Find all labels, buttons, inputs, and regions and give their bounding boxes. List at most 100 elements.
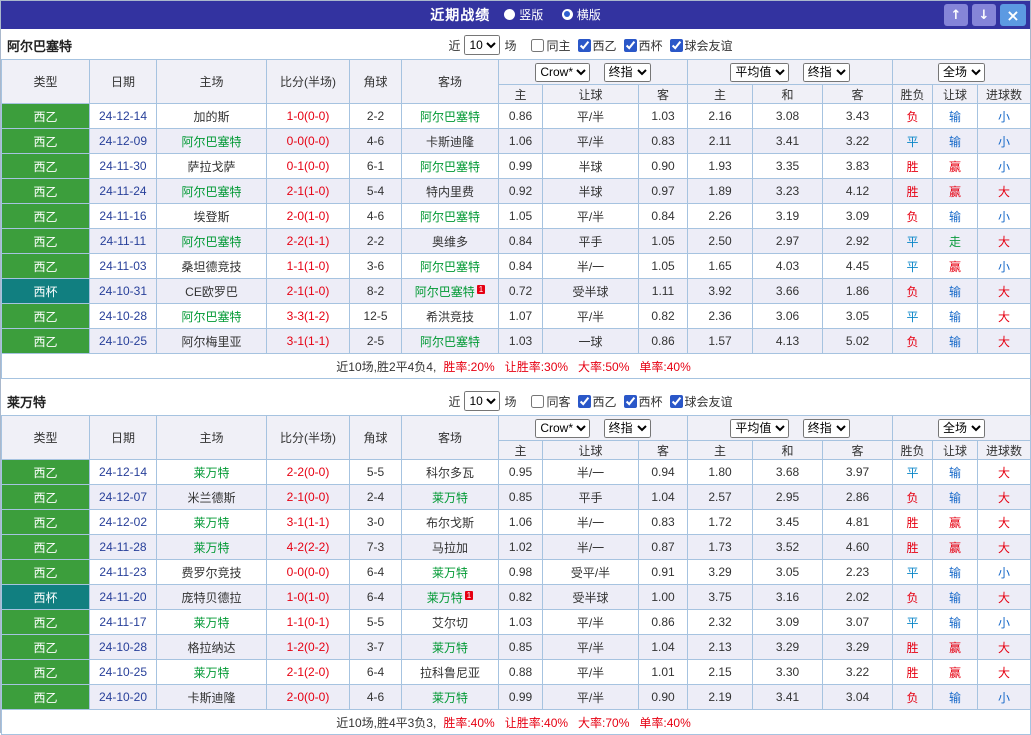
radio-horizontal-layout[interactable]: 横版 bbox=[561, 6, 601, 23]
match-count-select[interactable]: 10 bbox=[464, 391, 501, 411]
filter-checkbox[interactable]: 球会友谊 bbox=[663, 37, 733, 54]
away-odds-cell: 1.04 bbox=[637, 484, 689, 510]
avg-away-cell: 3.97 bbox=[822, 459, 894, 485]
home-odds-cell: 0.92 bbox=[498, 178, 543, 204]
filter-checkbox[interactable]: 西乙 bbox=[571, 37, 617, 54]
average-select[interactable]: 平均值 bbox=[730, 418, 790, 438]
handicap-cell: 平/半 bbox=[542, 609, 639, 635]
home-odds-cell: 1.07 bbox=[498, 303, 543, 329]
summary-prefix: 近10场,胜2平4负4, bbox=[336, 359, 437, 374]
checkbox-input[interactable] bbox=[531, 394, 545, 408]
date-cell: 24-10-25 bbox=[89, 659, 157, 685]
home-team-cell: 萨拉戈萨 bbox=[156, 153, 267, 179]
handicap-cell: 平手 bbox=[542, 484, 639, 510]
league-filter-checks: 同主 西乙 西杯 球会友谊 bbox=[524, 37, 733, 54]
score-cell: 2-0(0-0) bbox=[266, 684, 350, 710]
move-down-button[interactable]: ↓ bbox=[972, 4, 996, 26]
team-name-text: 卡斯迪隆 bbox=[187, 690, 236, 705]
close-button[interactable]: × bbox=[1000, 4, 1026, 26]
move-up-button[interactable]: ↑ bbox=[944, 4, 968, 26]
checkbox-input[interactable] bbox=[531, 38, 545, 52]
filter-checkbox[interactable]: 西杯 bbox=[617, 393, 663, 410]
handicap-cell: 半/一 bbox=[542, 534, 639, 560]
topbar-center: 近期战绩 竖版 横版 bbox=[1, 5, 1030, 25]
bookmaker-select[interactable]: Crow* bbox=[535, 62, 591, 82]
table-footer: 近10场,胜4平3负3, 胜率:40% 让胜率:40% 大率:70% 单率:40% bbox=[0, 709, 1031, 735]
match-count-select[interactable]: 10 bbox=[464, 35, 501, 55]
corners-cell: 4-6 bbox=[349, 203, 402, 229]
league-cell: 西杯 bbox=[1, 278, 90, 304]
sub-home-odds: 主 bbox=[498, 440, 543, 460]
corners-cell: 7-3 bbox=[349, 534, 402, 560]
handicap-cell: 平/半 bbox=[542, 659, 639, 685]
odds-stage-select[interactable]: 终指 bbox=[603, 62, 651, 82]
team-name-text: 加的斯 bbox=[193, 109, 230, 124]
team-name-text: 奥维多 bbox=[431, 234, 468, 249]
filter-checkbox[interactable]: 西杯 bbox=[617, 37, 663, 54]
score-cell: 3-3(1-2) bbox=[266, 303, 350, 329]
match-row: 西乙 24-12-07 米兰德斯 2-1(0-0) 2-4 莱万特 0.85 平手 1.04 2.… bbox=[1, 484, 1031, 510]
team-name-text: 莱万特 bbox=[193, 465, 230, 480]
avg-draw-cell: 4.03 bbox=[752, 253, 824, 279]
team-name-text: 萨拉戈萨 bbox=[187, 159, 236, 174]
date-cell: 24-10-20 bbox=[89, 684, 157, 710]
away-odds-cell: 1.04 bbox=[637, 634, 689, 660]
avg-away-cell: 2.92 bbox=[822, 228, 894, 254]
handicap-cell: 半球 bbox=[542, 178, 639, 204]
handicap-cell: 半/一 bbox=[542, 509, 639, 535]
header-row-selects: 类型 日期 主场 比分(半场) 角球 客场 Crow* 终指 平均值 终指 全场 bbox=[1, 59, 1031, 104]
checkbox-input[interactable] bbox=[669, 38, 683, 52]
avg-away-cell: 3.04 bbox=[822, 684, 894, 710]
fulltime-select[interactable]: 全场 bbox=[938, 62, 986, 82]
winloss-result-cell: 平 bbox=[892, 559, 934, 585]
corners-cell: 6-1 bbox=[349, 153, 402, 179]
team-name-text: 阿尔巴塞特 bbox=[419, 109, 480, 124]
handicap-cell: 平手 bbox=[542, 228, 639, 254]
checkbox-input[interactable] bbox=[623, 38, 637, 52]
league-cell: 西乙 bbox=[1, 303, 90, 329]
checkbox-input[interactable] bbox=[577, 38, 591, 52]
radio-vertical-layout[interactable]: 竖版 bbox=[504, 6, 543, 23]
col-type: 类型 bbox=[1, 59, 90, 104]
date-cell: 24-10-28 bbox=[89, 634, 157, 660]
odds-stage-select[interactable]: 终指 bbox=[603, 418, 651, 438]
winloss-result-cell: 平 bbox=[892, 228, 934, 254]
fulltime-select[interactable]: 全场 bbox=[938, 418, 986, 438]
avg-stage-select[interactable]: 终指 bbox=[802, 62, 850, 82]
checkbox-label: 同主 bbox=[546, 38, 571, 53]
avg-away-cell: 2.02 bbox=[822, 584, 894, 610]
team-sections: 阿尔巴塞特 近 10 场 同主 西乙 西杯 球会友谊 类型 日期 主场 比分(半… bbox=[0, 31, 1031, 735]
average-select[interactable]: 平均值 bbox=[730, 62, 790, 82]
avg-away-cell: 1.86 bbox=[822, 278, 894, 304]
filter-checkbox[interactable]: 球会友谊 bbox=[663, 393, 733, 410]
avg-draw-cell: 3.52 bbox=[752, 534, 824, 560]
avg-home-cell: 2.57 bbox=[687, 484, 754, 510]
away-team-cell: 奥维多 bbox=[401, 228, 499, 254]
winloss-result-cell: 负 bbox=[892, 484, 934, 510]
radio-vertical-label: 竖版 bbox=[519, 7, 544, 22]
league-cell: 西乙 bbox=[1, 228, 90, 254]
filter-checkbox[interactable]: 同主 bbox=[524, 37, 571, 54]
filter-checkbox[interactable]: 同客 bbox=[524, 393, 571, 410]
away-odds-cell: 0.84 bbox=[637, 203, 689, 229]
home-team-cell: 阿尔巴塞特 bbox=[156, 228, 267, 254]
filter-checkbox[interactable]: 西乙 bbox=[571, 393, 617, 410]
checkbox-input[interactable] bbox=[669, 394, 683, 408]
handicap-result-cell: 赢 bbox=[932, 509, 979, 535]
winloss-result-cell: 负 bbox=[892, 328, 934, 354]
near-label: 近 bbox=[448, 38, 461, 53]
avg-away-cell: 3.43 bbox=[822, 103, 894, 129]
avg-draw-cell: 3.08 bbox=[752, 103, 824, 129]
winloss-result-cell: 平 bbox=[892, 609, 934, 635]
checkbox-label: 西杯 bbox=[638, 38, 663, 53]
away-odds-cell: 0.87 bbox=[637, 534, 689, 560]
avg-draw-cell: 4.13 bbox=[752, 328, 824, 354]
away-team-cell: 阿尔巴塞特 bbox=[401, 203, 499, 229]
bookmaker-select[interactable]: Crow* bbox=[535, 418, 591, 438]
avg-stage-select[interactable]: 终指 bbox=[802, 418, 850, 438]
checkbox-input[interactable] bbox=[577, 394, 591, 408]
handicap-result-cell: 赢 bbox=[932, 253, 979, 279]
team-name-text: 拉科鲁尼亚 bbox=[419, 665, 480, 680]
goals-result-cell: 大 bbox=[977, 228, 1031, 254]
checkbox-input[interactable] bbox=[623, 394, 637, 408]
